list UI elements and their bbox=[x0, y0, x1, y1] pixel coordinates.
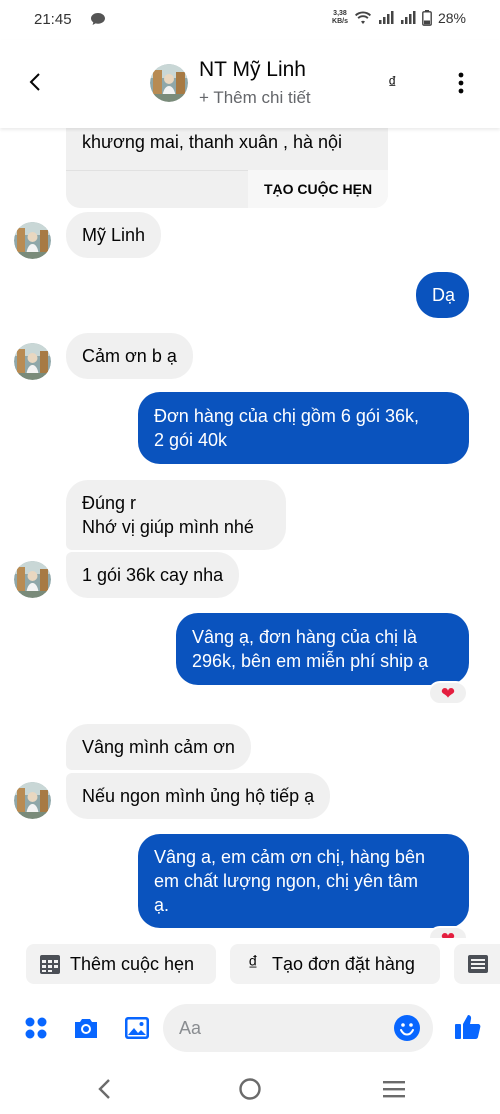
apps-grid-icon[interactable] bbox=[22, 1014, 50, 1042]
message-text: Nếu ngon mình ủng hộ tiếp ạ bbox=[82, 786, 315, 806]
message-line: Vâng ạ, đơn hàng của chị là bbox=[192, 627, 417, 647]
message-text: Vâng mình cảm ơn bbox=[82, 737, 235, 757]
nav-home-icon[interactable] bbox=[237, 1076, 263, 1102]
system-navigation-bar bbox=[0, 1060, 500, 1114]
message-bubble[interactable]: Đúng r Nhớ vị giúp mình nhé bbox=[66, 480, 286, 550]
message-bubble[interactable]: 1 gói 36k cay nha bbox=[66, 552, 240, 598]
add-appointment-label: Thêm cuộc hẹn bbox=[70, 953, 195, 974]
heart-reaction[interactable]: ❤ bbox=[428, 926, 468, 938]
currency-dong-icon[interactable]: ₫ bbox=[388, 73, 397, 93]
message-bubble[interactable]: Vâng mình cảm ơn bbox=[66, 724, 251, 770]
more-options-icon[interactable] bbox=[451, 70, 471, 96]
heart-icon: ❤ bbox=[440, 928, 456, 939]
message-bubble[interactable]: Cảm ơn b ạ bbox=[66, 333, 193, 379]
back-arrow-icon[interactable] bbox=[24, 70, 48, 94]
message-bubble[interactable]: Vâng a, em cảm ơn chị, hàng bên em chất … bbox=[138, 834, 469, 928]
quick-actions-bar: Thêm cuộc hẹn ₫ Tạo đơn đặt hàng bbox=[0, 942, 500, 990]
message-text: Cảm ơn b ạ bbox=[82, 346, 177, 366]
message-line: Vâng a, em cảm ơn chị, hàng bên bbox=[154, 847, 425, 867]
message-bubble[interactable]: Vâng ạ, đơn hàng của chị là 296k, bên em… bbox=[176, 613, 469, 685]
sender-avatar[interactable] bbox=[14, 561, 51, 598]
network-speed: 3,38 KB/s bbox=[332, 10, 348, 25]
battery-percent: 28% bbox=[437, 10, 466, 26]
sender-avatar[interactable] bbox=[14, 343, 51, 380]
calendar-icon bbox=[40, 955, 60, 974]
contact-avatar[interactable] bbox=[150, 64, 188, 102]
status-time: 21:45 bbox=[34, 11, 72, 28]
heart-reaction[interactable]: ❤ bbox=[428, 681, 468, 705]
message-line: 2 gói 40k bbox=[154, 430, 228, 450]
add-appointment-chip[interactable]: Thêm cuộc hẹn bbox=[26, 944, 216, 984]
message-bubble[interactable]: Nếu ngon mình ủng hộ tiếp ạ bbox=[66, 773, 331, 819]
message-notification-icon bbox=[91, 13, 105, 25]
heart-icon: ❤ bbox=[440, 683, 456, 703]
message-line: Đơn hàng của chị gồm 6 gói 36k, bbox=[154, 406, 419, 426]
signal-icon-2 bbox=[400, 11, 416, 24]
battery-icon bbox=[422, 10, 432, 26]
status-icons: 3,38 KB/s 28% bbox=[332, 10, 466, 26]
nav-back-icon[interactable] bbox=[92, 1076, 118, 1102]
message-line: em chất lượng ngon, chị yên tâm bbox=[154, 871, 418, 891]
dong-icon: ₫ bbox=[247, 952, 259, 975]
message-bubble[interactable]: Dạ bbox=[416, 272, 469, 318]
list-chip[interactable] bbox=[454, 944, 500, 984]
message-line: Đúng r bbox=[82, 493, 137, 513]
message-text: 1 gói 36k cay nha bbox=[82, 565, 224, 585]
message-input-placeholder: Aa bbox=[179, 1018, 202, 1038]
create-order-chip[interactable]: ₫ Tạo đơn đặt hàng bbox=[230, 944, 440, 984]
message-composer: Aa bbox=[0, 1000, 500, 1056]
message-thread: khương mai, thanh xuân , hà nội TẠO CUỘC… bbox=[0, 128, 500, 938]
list-icon bbox=[468, 955, 488, 973]
wifi-icon bbox=[354, 11, 371, 24]
nav-menu-icon[interactable] bbox=[381, 1076, 407, 1102]
contact-name[interactable]: NT Mỹ Linh bbox=[199, 58, 306, 82]
emoji-icon[interactable] bbox=[393, 1014, 421, 1042]
appointment-card: khương mai, thanh xuân , hà nội TẠO CUỘC… bbox=[66, 128, 388, 208]
sender-avatar[interactable] bbox=[14, 222, 51, 259]
sender-avatar[interactable] bbox=[14, 782, 51, 819]
message-line: ạ. bbox=[154, 895, 170, 915]
message-text: Mỹ Linh bbox=[82, 225, 146, 245]
message-bubble[interactable]: Mỹ Linh bbox=[66, 212, 162, 258]
thumbs-up-icon[interactable] bbox=[453, 1012, 483, 1042]
message-bubble[interactable]: Đơn hàng của chị gồm 6 gói 36k, 2 gói 40… bbox=[138, 392, 469, 464]
message-line: 296k, bên em miễn phí ship ạ bbox=[192, 651, 429, 671]
create-order-label: Tạo đơn đặt hàng bbox=[272, 953, 415, 974]
message-line: Nhớ vị giúp mình nhé bbox=[82, 517, 254, 537]
add-details-link[interactable]: + Thêm chi tiết bbox=[199, 88, 311, 108]
message-text: Dạ bbox=[432, 285, 456, 305]
status-bar: 21:45 3,38 KB/s 28% bbox=[0, 0, 500, 40]
conversation-header: NT Mỹ Linh + Thêm chi tiết ₫ bbox=[0, 40, 500, 128]
create-appointment-button[interactable]: TẠO CUỘC HẸN bbox=[248, 170, 388, 208]
gallery-icon[interactable] bbox=[123, 1014, 151, 1042]
appointment-address: khương mai, thanh xuân , hà nội bbox=[82, 132, 343, 152]
camera-icon[interactable] bbox=[72, 1014, 100, 1042]
message-input[interactable]: Aa bbox=[163, 1004, 433, 1052]
signal-icon bbox=[378, 11, 394, 24]
